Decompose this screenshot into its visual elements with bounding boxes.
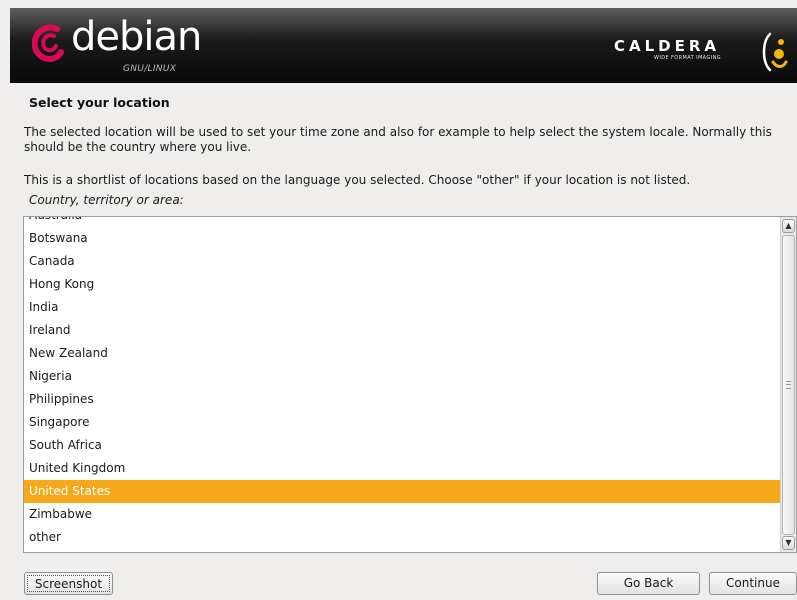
list-item[interactable]: Philippines: [24, 388, 782, 411]
list-item[interactable]: India: [24, 296, 782, 319]
grip-icon: [786, 381, 791, 389]
list-item[interactable]: Canada: [24, 250, 782, 273]
chevron-down-icon: ▼: [785, 538, 792, 547]
location-listbox[interactable]: Australia Botswana Canada Hong Kong Indi…: [23, 216, 797, 553]
continue-button[interactable]: Continue: [709, 572, 797, 595]
screenshot-button[interactable]: Screenshot: [24, 572, 113, 595]
gnu-linux-text: GNU/LINUX: [123, 64, 177, 74]
scroll-down-button[interactable]: ▼: [782, 536, 795, 550]
list-item[interactable]: Ireland: [24, 319, 782, 342]
list-item[interactable]: other: [24, 526, 782, 549]
caldera-logo-text: CALDERA: [614, 37, 721, 55]
debian-logo-text: debian: [71, 14, 202, 60]
scrollbar-thumb[interactable]: [782, 235, 795, 535]
go-back-button[interactable]: Go Back: [597, 572, 700, 595]
list-item[interactable]: United Kingdom: [24, 457, 782, 480]
chevron-up-icon: ▲: [785, 221, 792, 230]
screenshot-button-label: Screenshot: [27, 575, 110, 592]
list-item[interactable]: South Africa: [24, 434, 782, 457]
caldera-logo-icon: [762, 32, 788, 72]
list-item[interactable]: New Zealand: [24, 342, 782, 365]
list-item[interactable]: Singapore: [24, 411, 782, 434]
scroll-up-button[interactable]: ▲: [782, 219, 795, 233]
list-item[interactable]: Nigeria: [24, 365, 782, 388]
page-title: Select your location: [29, 95, 170, 110]
list-item[interactable]: Australia: [24, 217, 782, 227]
location-list: Australia Botswana Canada Hong Kong Indi…: [24, 217, 782, 549]
list-item[interactable]: Zimbabwe: [24, 503, 782, 526]
header-banner: debian GNU/LINUX CALDERA WIDE FORMAT IMA…: [10, 8, 797, 83]
caldera-tagline: WIDE FORMAT IMAGING: [654, 55, 721, 61]
description-text: The selected location will be used to se…: [24, 125, 772, 154]
shortlist-note: This is a shortlist of locations based o…: [24, 173, 691, 187]
debian-swirl-icon: [32, 24, 64, 62]
field-label: Country, territory or area:: [29, 193, 184, 207]
list-item[interactable]: Botswana: [24, 227, 782, 250]
list-item[interactable]: Hong Kong: [24, 273, 782, 296]
vertical-scrollbar[interactable]: ▲ ▼: [780, 217, 796, 552]
list-item-selected[interactable]: United States: [24, 480, 782, 503]
